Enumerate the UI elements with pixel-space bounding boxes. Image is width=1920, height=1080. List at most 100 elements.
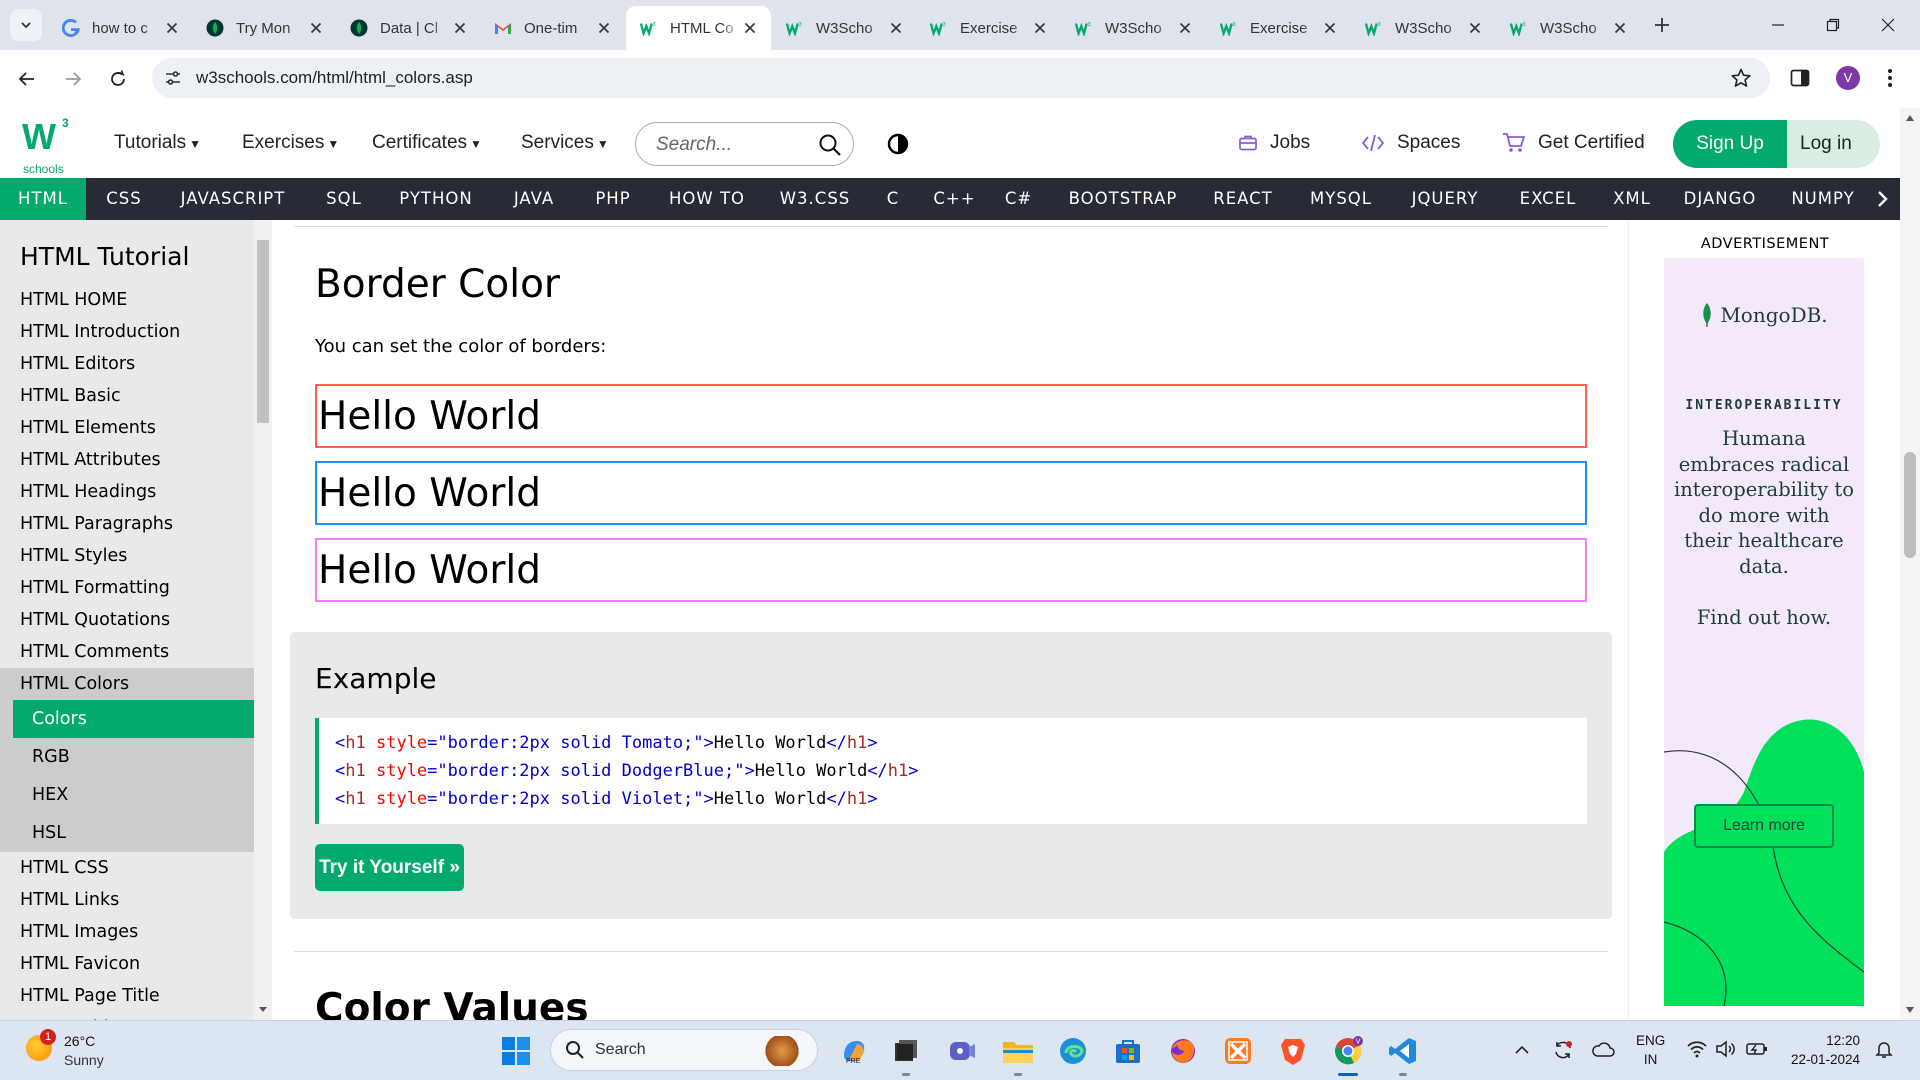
sidebar-item-html-elements[interactable]: HTML Elements	[0, 412, 254, 444]
tab-search-dropdown[interactable]	[10, 9, 42, 41]
close-tab-icon[interactable]	[307, 19, 325, 37]
forward-button[interactable]	[60, 66, 86, 92]
mongodb-advertisement[interactable]: MongoDB. INTEROPERABILITY Humana embrace…	[1664, 258, 1864, 1006]
browser-tab[interactable]: 3 Exercise	[916, 6, 1061, 50]
subject-link-numpy[interactable]: NUMPY	[1773, 178, 1873, 220]
subject-link-html[interactable]: HTML	[0, 178, 86, 220]
sidebar-item-html-basic[interactable]: HTML Basic	[0, 380, 254, 412]
sidebar-item-html-headings[interactable]: HTML Headings	[0, 476, 254, 508]
subject-link-css[interactable]: CSS	[86, 178, 162, 220]
spaces-link[interactable]: Spaces	[1361, 132, 1460, 154]
subject-link-c-[interactable]: C++	[922, 178, 987, 220]
subject-link-w3-css[interactable]: W3.CSS	[766, 178, 864, 220]
scroll-up-arrow-icon[interactable]	[1905, 114, 1915, 122]
browser-tab[interactable]: One-tim	[480, 6, 625, 50]
weather-widget[interactable]: 1 26°C Sunny	[26, 1029, 156, 1071]
close-tab-icon[interactable]	[451, 19, 469, 37]
vscode-app-icon[interactable]	[1385, 1033, 1421, 1076]
browser-tab[interactable]: Try Mon	[192, 6, 337, 50]
close-tab-icon[interactable]	[595, 19, 613, 37]
subject-link-php[interactable]: PHP	[578, 178, 648, 220]
subject-link-javascript[interactable]: JAVASCRIPT	[160, 178, 306, 220]
subject-link-excel[interactable]: EXCEL	[1499, 178, 1597, 220]
menu-certificates[interactable]: Certificates ▼	[372, 132, 482, 154]
minimize-window-button[interactable]	[1766, 13, 1790, 37]
site-search[interactable]	[635, 122, 854, 166]
notification-bell-icon[interactable]	[1874, 1039, 1894, 1059]
search-input[interactable]	[656, 133, 806, 157]
site-settings-icon[interactable]	[164, 69, 182, 87]
jobs-link[interactable]: Jobs	[1238, 132, 1310, 154]
sidebar-scroll-thumb[interactable]	[257, 240, 269, 423]
input-language-indicator[interactable]: ENG IN	[1636, 1031, 1665, 1069]
subject-link-xml[interactable]: XML	[1597, 178, 1667, 220]
sidebar-item-html-favicon[interactable]: HTML Favicon	[0, 948, 254, 980]
task-view-app-icon[interactable]	[888, 1033, 924, 1076]
sidebar-item-html-attributes[interactable]: HTML Attributes	[0, 444, 254, 476]
search-icon[interactable]	[818, 133, 842, 157]
reload-button[interactable]	[105, 66, 131, 92]
close-window-button[interactable]	[1876, 13, 1900, 37]
firefox-app-icon[interactable]	[1165, 1033, 1201, 1069]
sidebar-item-html-colors[interactable]: HTML Colors	[0, 668, 254, 700]
close-tab-icon[interactable]	[1466, 19, 1484, 37]
browser-tab[interactable]: Data | Cl	[336, 6, 481, 50]
brave-browser-app-icon[interactable]	[1275, 1033, 1311, 1069]
start-button[interactable]	[502, 1037, 530, 1065]
sidebar-scrollbar[interactable]	[254, 220, 272, 1020]
side-panel-icon[interactable]	[1789, 67, 1811, 89]
subject-link-how-to[interactable]: HOW TO	[648, 178, 766, 220]
show-hidden-icons-chevron-icon[interactable]	[1514, 1043, 1530, 1057]
ad-call-to-action[interactable]: Find out how.	[1664, 606, 1864, 629]
browser-tab[interactable]: 3 Exercise	[1206, 6, 1351, 50]
subject-link-django[interactable]: DJANGO	[1667, 178, 1773, 220]
subject-link-jquery[interactable]: JQUERY	[1391, 178, 1499, 220]
sidebar-item-html-paragraphs[interactable]: HTML Paragraphs	[0, 508, 254, 540]
browser-tab[interactable]: how to c	[48, 6, 193, 50]
subject-link-java[interactable]: JAVA	[489, 178, 579, 220]
sidebar-item-html-comments[interactable]: HTML Comments	[0, 636, 254, 668]
close-tab-icon[interactable]	[1321, 19, 1339, 37]
browser-tab[interactable]: 3 HTML Co	[626, 6, 771, 50]
sidebar-item-html-page-title[interactable]: HTML Page Title	[0, 980, 254, 1012]
subject-link-c[interactable]: C	[864, 178, 922, 220]
scroll-down-arrow-icon[interactable]	[258, 1004, 268, 1014]
sidebar-item-html-editors[interactable]: HTML Editors	[0, 348, 254, 380]
sidebar-item-html-home[interactable]: HTML HOME	[0, 284, 254, 316]
sidebar-item-html-images[interactable]: HTML Images	[0, 916, 254, 948]
subject-link-c-[interactable]: C#	[986, 178, 1051, 220]
browser-tab[interactable]: 3 W3Scho	[1496, 6, 1641, 50]
sidebar-item-html-links[interactable]: HTML Links	[0, 884, 254, 916]
profile-avatar[interactable]: V	[1836, 66, 1860, 90]
microsoft-store-app-icon[interactable]	[1110, 1033, 1146, 1069]
close-tab-icon[interactable]	[1611, 19, 1629, 37]
close-tab-icon[interactable]	[163, 19, 181, 37]
chevron-right-icon[interactable]	[1866, 178, 1900, 220]
sidebar-item-html-css[interactable]: HTML CSS	[0, 852, 254, 884]
copilot-app-icon[interactable]: PRE	[836, 1033, 872, 1069]
log-in-button[interactable]: Log in	[1787, 120, 1880, 168]
teams-meet-app-icon[interactable]	[944, 1033, 980, 1069]
file-explorer-app-icon[interactable]	[1000, 1033, 1036, 1076]
back-button[interactable]	[14, 66, 40, 92]
sidebar-item-html-quotations[interactable]: HTML Quotations	[0, 604, 254, 636]
subject-link-bootstrap[interactable]: BOOTSTRAP	[1051, 178, 1195, 220]
subject-link-python[interactable]: PYTHON	[383, 178, 489, 220]
sidebar-item-html-styles[interactable]: HTML Styles	[0, 540, 254, 572]
get-certified-link[interactable]: Get Certified	[1502, 132, 1645, 154]
edge-browser-app-icon[interactable]	[1055, 1033, 1091, 1069]
chrome-browser-app-icon[interactable]: V	[1330, 1033, 1366, 1076]
close-tab-icon[interactable]	[1176, 19, 1194, 37]
close-tab-icon[interactable]	[1031, 19, 1049, 37]
w3schools-logo[interactable]: W 3 schools	[22, 116, 74, 176]
close-tab-icon[interactable]	[887, 19, 905, 37]
more-options-icon[interactable]	[1886, 67, 1894, 89]
sign-up-button[interactable]: Sign Up	[1673, 120, 1787, 168]
try-it-yourself-button[interactable]: Try it Yourself »	[315, 844, 464, 891]
restore-window-button[interactable]	[1821, 13, 1845, 37]
onedrive-cloud-icon[interactable]	[1591, 1039, 1615, 1061]
dark-mode-toggle-icon[interactable]	[887, 133, 909, 155]
url-text[interactable]: w3schools.com/html/html_colors.asp	[196, 68, 473, 88]
sidebar-subitem-hex[interactable]: HEX	[13, 776, 254, 814]
sidebar-subitem-hsl[interactable]: HSL	[13, 814, 254, 852]
